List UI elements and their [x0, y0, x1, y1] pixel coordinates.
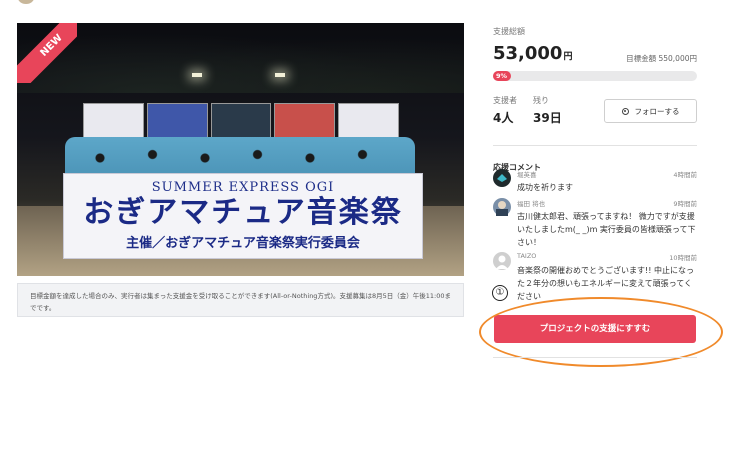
comment-body: 音楽祭の開催おめでとうございます!! 中止になった２年分の想いもエネルギーに変え…: [517, 266, 694, 301]
supporters-value: 4人: [493, 111, 514, 125]
comment-time: 4時間前: [673, 171, 697, 179]
supporters-label: 支援者: [493, 96, 517, 105]
comment-body: 古川健太郎君、頑張ってますね！ 微力ですが支援いたしましたm(_ _)m 実行委…: [517, 212, 696, 247]
comment-body: 成功を祈ります: [517, 183, 573, 192]
divider: [493, 145, 697, 146]
amount-value: 53,000: [493, 43, 563, 64]
progress-percent: 9%: [496, 72, 508, 80]
remaining-label: 残り: [533, 96, 549, 105]
annotation-number-marker: ①: [492, 285, 508, 301]
divider: [493, 357, 697, 358]
funding-progress-bar: 9%: [493, 71, 697, 81]
currency-unit: 円: [563, 52, 573, 62]
commenter-avatar[interactable]: [493, 252, 511, 270]
comment-time: 9時間前: [673, 200, 697, 208]
commenter-name[interactable]: 堀英喜: [517, 169, 537, 179]
support-project-button[interactable]: プロジェクトの支援にすすむ: [494, 315, 696, 343]
follow-button[interactable]: フォローする: [604, 99, 697, 123]
new-ribbon: NEW: [17, 23, 77, 83]
comment-item: 堀英喜 4時間前 成功を祈ります: [493, 169, 697, 193]
follow-label: フォローする: [634, 106, 680, 116]
commenter-name[interactable]: TAIZO: [517, 252, 536, 260]
commenter-avatar[interactable]: [493, 198, 511, 216]
banner-top-text: SUMMER EXPRESS OGI: [151, 180, 335, 195]
funding-panel: 支援総額 53,000円 目標金額 550,000円 9% 支援者 4人 残り …: [493, 26, 697, 173]
comment-item: TAIZO 10時間前 音楽祭の開催おめでとうございます!! 中止になった２年分…: [493, 252, 697, 302]
new-badge: NEW: [17, 23, 77, 83]
user-avatar[interactable]: [18, 0, 34, 4]
banner-sub-text: 主催／おぎアマチュア音楽祭実行委員会: [126, 236, 360, 251]
remaining-value: 39日: [533, 111, 562, 125]
total-amount: 53,000円: [493, 43, 572, 64]
goal-amount: 目標金額 550,000円: [626, 54, 697, 63]
follow-icon: [621, 107, 629, 115]
supporters-stat: 支援者 4人: [493, 95, 517, 126]
event-banner: SUMMER EXPRESS OGI おぎアマチュア音楽祭 主催／おぎアマチュア…: [63, 173, 423, 259]
commenter-name[interactable]: 福田 将也: [517, 198, 545, 208]
commenter-avatar[interactable]: [493, 169, 511, 187]
banner-main-text: おぎアマチュア音楽祭: [83, 195, 403, 230]
remaining-stat: 残り 39日: [533, 95, 562, 126]
project-main-image: SUMMER EXPRESS OGI おぎアマチュア音楽祭 主催／おぎアマチュア…: [17, 23, 464, 276]
comment-item: 福田 将也 9時間前 古川健太郎君、頑張ってますね！ 微力ですが支援いたしました…: [493, 198, 697, 248]
total-label: 支援総額: [493, 27, 525, 36]
all-or-nothing-notice: 目標金額を達成した場合のみ、実行者は集まった支援金を受け取ることができます(Al…: [17, 283, 464, 317]
comment-time: 10時間前: [669, 254, 697, 262]
